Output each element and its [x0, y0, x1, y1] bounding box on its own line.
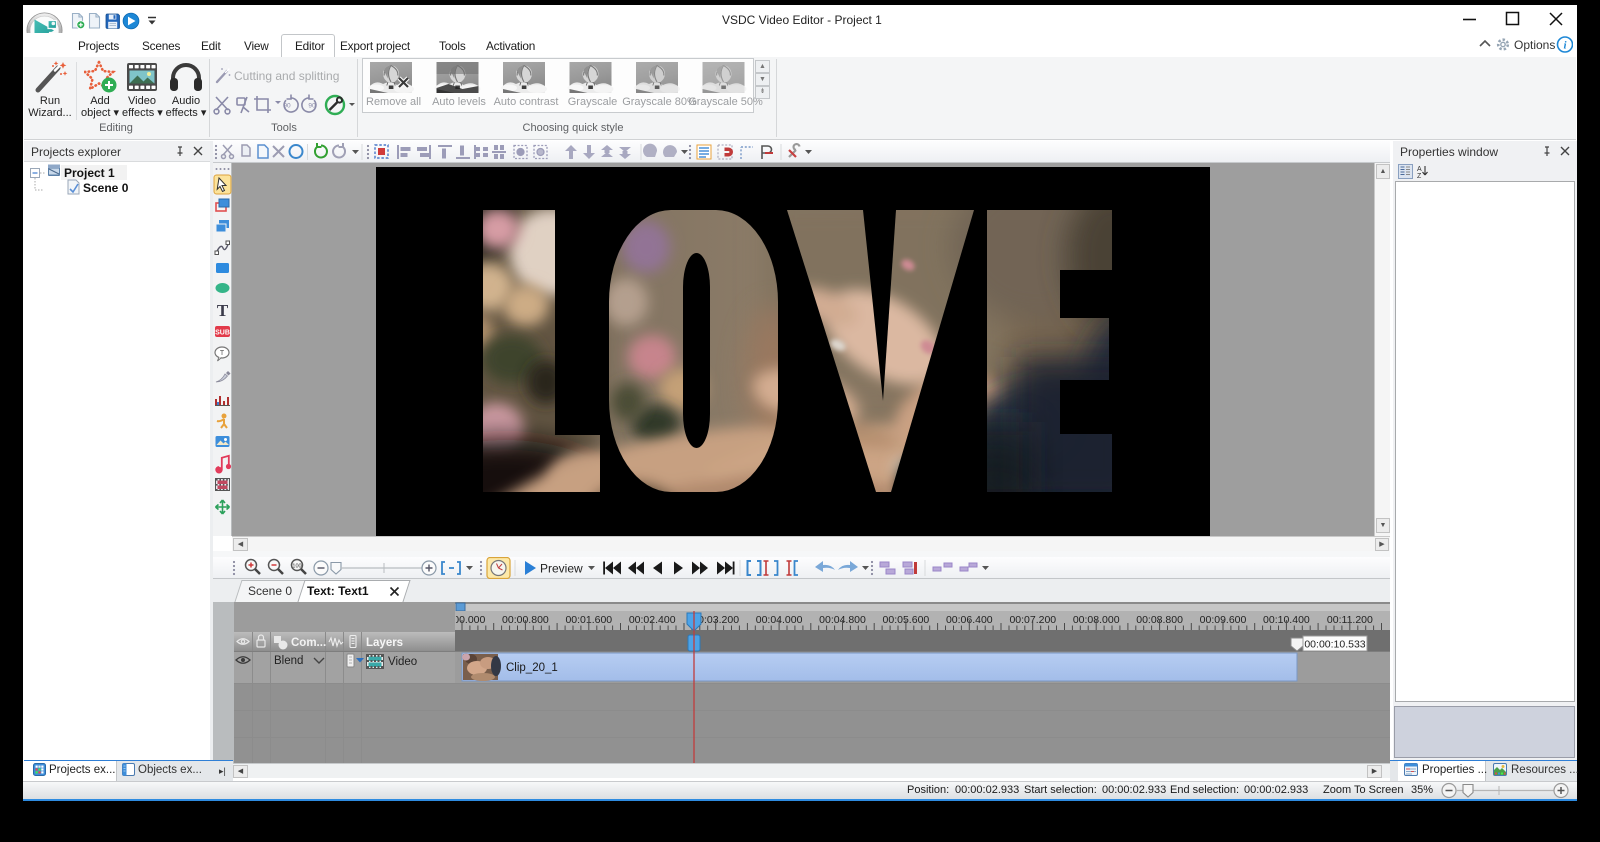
svg-text:T: T [220, 350, 225, 357]
svg-text:90: 90 [283, 103, 291, 110]
svg-text:Com...: Com... [291, 637, 326, 649]
svg-text:100: 100 [292, 564, 301, 570]
svg-text:00:00:10.533: 00:00:10.533 [1304, 639, 1365, 651]
svg-text:Preview: Preview [540, 562, 583, 576]
svg-text:Video: Video [388, 656, 417, 668]
svg-text:A: A [1417, 166, 1422, 173]
svg-text:Blend: Blend [274, 655, 303, 667]
svg-text:Layers: Layers [366, 637, 403, 649]
svg-text:i: i [1563, 40, 1567, 52]
svg-text:Clip_20_1: Clip_20_1 [506, 662, 558, 674]
svg-text:SUB: SUB [215, 330, 230, 337]
svg-text:Z: Z [1417, 173, 1422, 179]
svg-text:90: 90 [308, 103, 316, 110]
svg-text:T: T [217, 301, 229, 320]
